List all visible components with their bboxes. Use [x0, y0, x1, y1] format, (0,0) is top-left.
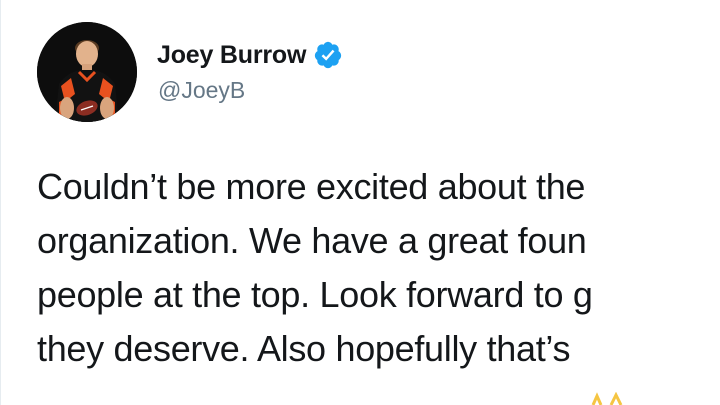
tweet-text-line: people at the top. Look forward to g	[37, 274, 593, 315]
author-handle[interactable]: @JoeyB	[158, 77, 245, 104]
avatar[interactable]	[37, 22, 137, 122]
display-name[interactable]: Joey Burrow	[157, 41, 306, 70]
tweet-card: Joey Burrow @JoeyB Couldn’t be more exci…	[0, 0, 720, 405]
author-name-row: Joey Burrow	[157, 38, 343, 72]
tweet-text-line: organization. We have a great foun	[37, 220, 587, 261]
tweet-text-line: Couldn’t be more excited about the	[37, 166, 586, 207]
verified-badge-icon	[313, 40, 343, 70]
tweet-text: Couldn’t be more excited about the organ…	[37, 160, 720, 376]
tweet-text-line: they deserve. Also hopefully that’s	[37, 328, 571, 369]
profile-photo-icon	[37, 22, 137, 122]
partial-emoji-icon	[591, 392, 623, 405]
